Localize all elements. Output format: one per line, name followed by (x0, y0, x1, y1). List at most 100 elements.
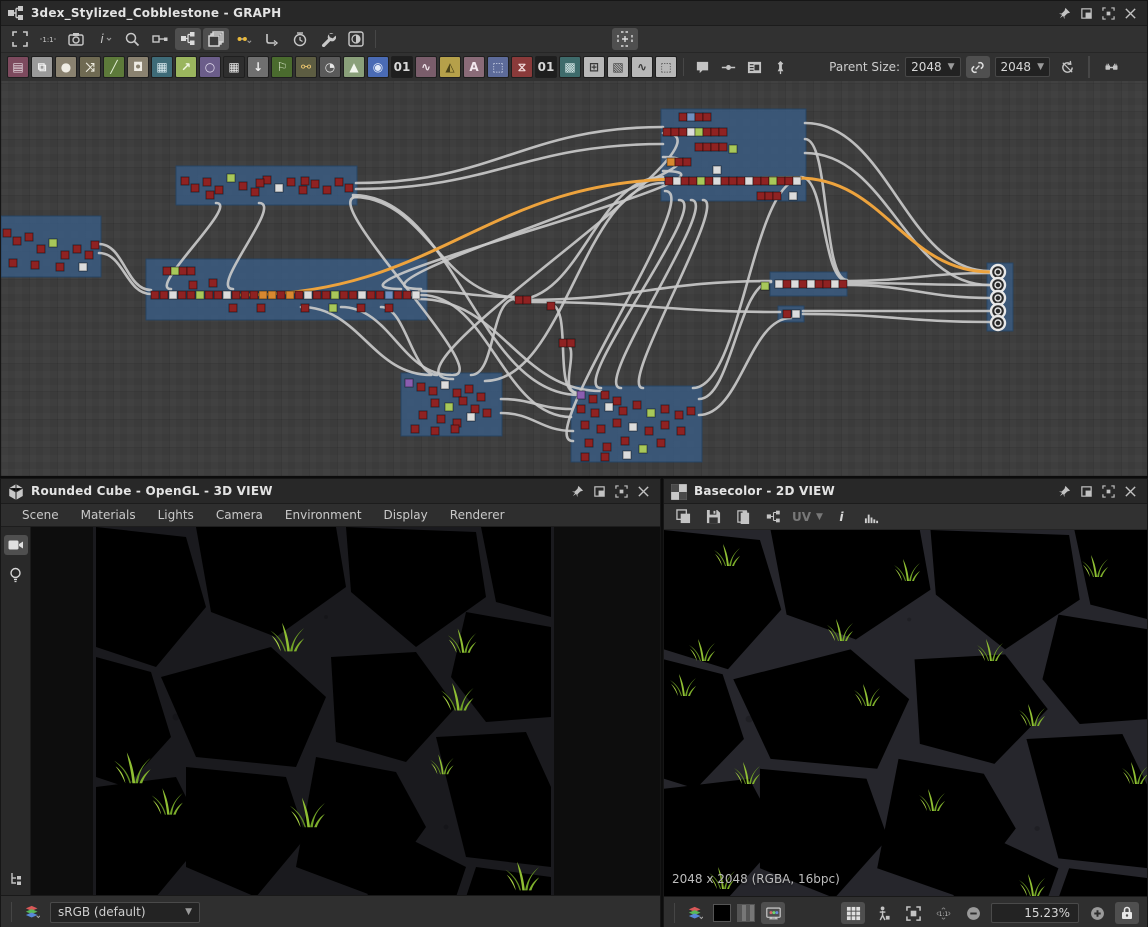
connector-button[interactable] (1099, 56, 1123, 78)
graph-node[interactable] (453, 389, 461, 397)
scene-tree-button[interactable] (4, 869, 28, 889)
pin-comment-button[interactable] (768, 56, 792, 78)
graph-node[interactable] (163, 267, 171, 275)
graph-node[interactable] (411, 425, 419, 433)
paste-button[interactable] (732, 506, 754, 528)
graph-node[interactable] (605, 403, 613, 411)
graph-node[interactable] (429, 387, 437, 395)
view2d-maximize-button[interactable] (1097, 482, 1119, 500)
graph-node[interactable] (737, 177, 745, 185)
link-graph-button[interactable] (762, 506, 784, 528)
graph-node[interactable] (268, 291, 276, 299)
graph-node[interactable] (671, 128, 679, 136)
graph-node[interactable] (187, 267, 195, 275)
menu-scene[interactable]: Scene (11, 508, 70, 522)
graph-node[interactable] (713, 166, 721, 174)
view2d-titlebar[interactable]: Basecolor - 2D VIEW (664, 479, 1147, 504)
graph-node[interactable] (675, 411, 683, 419)
graph-node[interactable] (431, 399, 439, 407)
height-node-button[interactable]: ↓ (247, 56, 269, 78)
graph-node[interactable] (777, 177, 785, 185)
graph-node[interactable] (31, 261, 39, 269)
graph-node[interactable] (340, 291, 348, 299)
graph-node[interactable] (313, 291, 321, 299)
graph-node[interactable] (721, 177, 729, 185)
text-node-button[interactable]: A (463, 56, 485, 78)
graph-node[interactable] (251, 188, 259, 196)
graph-node[interactable] (603, 443, 611, 451)
new-image-button[interactable] (672, 506, 694, 528)
save-button[interactable] (702, 506, 724, 528)
crop-node-button[interactable]: ⬚ (487, 56, 509, 78)
graph-node[interactable] (403, 291, 411, 299)
graph-node[interactable] (705, 177, 713, 185)
graph-node[interactable] (761, 282, 769, 290)
graph-node[interactable] (815, 280, 823, 288)
graph-node[interactable] (831, 280, 839, 288)
graph-node[interactable] (589, 395, 597, 403)
graph-node[interactable] (577, 405, 585, 413)
graph-node[interactable] (394, 291, 402, 299)
graph-node[interactable] (322, 291, 330, 299)
graph-node[interactable] (405, 379, 413, 387)
graph-node[interactable] (49, 239, 57, 247)
graph-node[interactable] (711, 143, 719, 151)
flood-fill-node-button[interactable]: ⧖ (511, 56, 533, 78)
graph-node[interactable] (437, 415, 445, 423)
graph-node[interactable] (629, 423, 637, 431)
graph-node[interactable] (719, 128, 727, 136)
graph-node[interactable] (729, 145, 737, 153)
graph-node[interactable] (459, 397, 467, 405)
graph-node[interactable] (687, 128, 695, 136)
comment-button[interactable] (690, 56, 714, 78)
graph-node[interactable] (451, 425, 459, 433)
view2d-pin-button[interactable] (1053, 482, 1075, 500)
graph-node[interactable] (160, 291, 168, 299)
stack-view-button[interactable] (203, 28, 229, 50)
colorspace-layers-icon-2d[interactable] (683, 902, 707, 924)
graph-node[interactable] (695, 113, 703, 121)
zoom-lock-button[interactable] (1115, 902, 1139, 924)
graph-node[interactable] (647, 409, 655, 417)
graph-node[interactable] (675, 158, 683, 166)
info-button[interactable]: i (91, 28, 117, 50)
graph-node[interactable] (3, 229, 11, 237)
graph-titlebar[interactable]: 3dex_Stylized_Cobblestone - GRAPH (1, 1, 1147, 26)
connection-style-button[interactable] (231, 28, 257, 50)
graph-node[interactable] (703, 128, 711, 136)
graph-node[interactable] (683, 158, 691, 166)
graph-node[interactable] (304, 291, 312, 299)
graph-node[interactable] (679, 128, 687, 136)
graph-maximize-button[interactable] (1097, 4, 1119, 22)
view3d-float-button[interactable] (588, 482, 610, 500)
graph-node[interactable] (623, 451, 631, 459)
graph-node[interactable] (349, 291, 357, 299)
graph-node[interactable] (613, 419, 621, 427)
mirror-node-button[interactable]: ◭ (439, 56, 461, 78)
sphere-node-button[interactable]: ◔ (319, 56, 341, 78)
graph-node[interactable] (785, 177, 793, 185)
graph-node[interactable] (431, 427, 439, 435)
graph-node[interactable] (677, 427, 685, 435)
graph-node[interactable] (385, 304, 393, 312)
graph-node[interactable] (275, 184, 283, 192)
graph-node[interactable] (807, 280, 815, 288)
graph-node[interactable] (286, 291, 294, 299)
graph-node[interactable] (345, 184, 353, 192)
menu-camera[interactable]: Camera (205, 508, 274, 522)
graph-node[interactable] (335, 178, 343, 186)
slope-node-button[interactable]: ▲ (343, 56, 365, 78)
graph-node[interactable] (169, 291, 177, 299)
graph-node[interactable] (223, 291, 231, 299)
graph-node[interactable] (229, 304, 237, 312)
light-mode-button[interactable] (4, 565, 28, 585)
menu-environment[interactable]: Environment (274, 508, 373, 522)
frame-expose-button[interactable]: ⬚ (655, 56, 677, 78)
bitmap01-node-button[interactable]: 01 (391, 56, 413, 78)
graph-node[interactable] (713, 177, 721, 185)
graph-node[interactable] (567, 339, 575, 347)
graph-node[interactable] (73, 245, 81, 253)
graph-node[interactable] (745, 177, 753, 185)
graph-node[interactable] (171, 267, 179, 275)
graph-node[interactable] (467, 413, 475, 421)
